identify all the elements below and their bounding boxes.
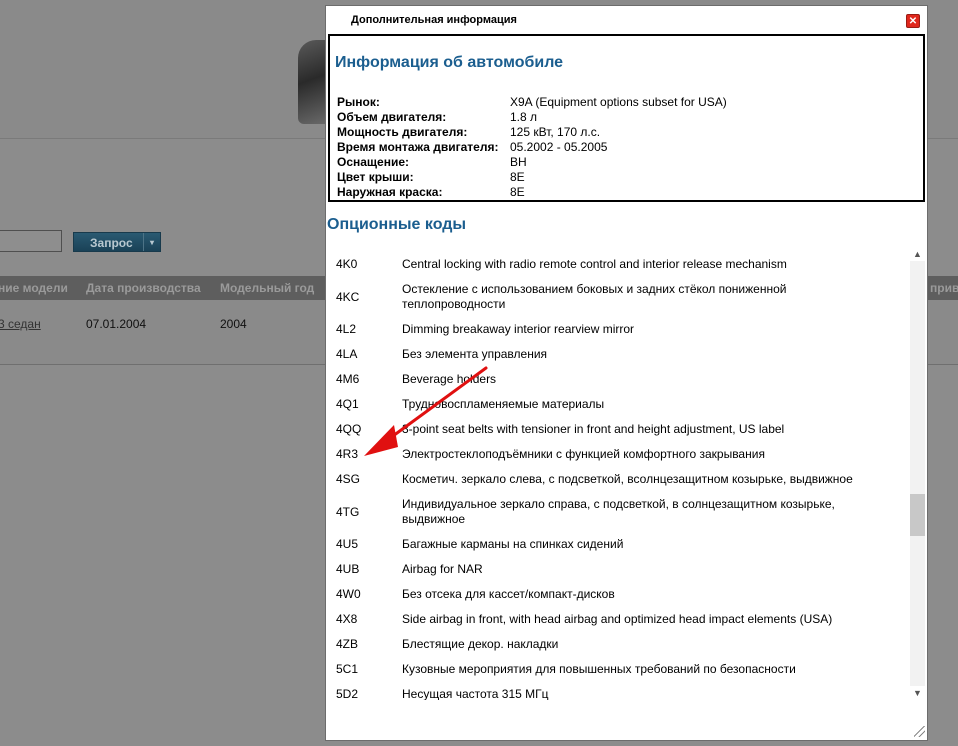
option-code: 4KC <box>336 290 360 304</box>
option-description: 3-point seat belts with tensioner in fro… <box>402 422 785 436</box>
info-value: 8E <box>510 185 525 199</box>
option-code: 4X8 <box>336 612 358 626</box>
list-scrollbar[interactable]: ▲ ▼ <box>909 247 926 700</box>
option-code: 4U5 <box>336 537 359 551</box>
scrollbar-thumb[interactable] <box>910 494 925 536</box>
model-year: 2004 <box>220 317 247 331</box>
close-icon[interactable]: ✕ <box>906 14 920 28</box>
additional-info-dialog: Дополнительная информация ✕ Информация о… <box>325 5 928 741</box>
request-button-label: Запрос <box>90 236 133 250</box>
list-item[interactable]: 4W0 Без отсека для кассет/компакт-дисков <box>327 582 909 607</box>
list-item[interactable]: 4Q1 Трудновоспламеняемые материалы <box>327 392 909 417</box>
option-code: 5D2 <box>336 687 359 700</box>
info-row: Наружная краска: 8E <box>337 185 897 200</box>
info-value: BH <box>510 155 527 169</box>
info-value: 125 кВт, 170 л.с. <box>510 125 601 139</box>
column-model-name: ние модели <box>0 281 68 295</box>
option-code: 4M6 <box>336 372 360 386</box>
column-model-year: Модельный год <box>220 281 315 295</box>
info-value: 8E <box>510 170 525 184</box>
option-code: 4Q1 <box>336 397 359 411</box>
list-item[interactable]: 4KC Остекление с использованием боковых и… <box>327 277 909 317</box>
info-label: Время монтажа двигателя: <box>337 140 499 154</box>
list-item[interactable]: 4X8 Side airbag in front, with head airba… <box>327 607 909 632</box>
car-info-table: Рынок: X9A (Equipment options subset for … <box>337 95 897 200</box>
resize-grip-icon[interactable] <box>914 726 925 737</box>
option-code: 4L2 <box>336 322 357 336</box>
option-description: Остекление с использованием боковых и за… <box>402 282 787 311</box>
list-item[interactable]: 4K0 Central locking with radio remote con… <box>327 252 909 277</box>
option-code: 4K0 <box>336 257 358 271</box>
info-row: Время монтажа двигателя: 05.2002 - 05.200… <box>337 140 897 155</box>
scroll-down-icon[interactable]: ▼ <box>909 686 926 700</box>
info-label: Объем двигателя: <box>337 110 447 124</box>
option-codes-heading: Опционные коды <box>327 216 467 233</box>
info-label: Оснащение: <box>337 155 410 169</box>
option-description: Side airbag in front, with head airbag a… <box>402 612 833 626</box>
option-description: Beverage holders <box>402 372 497 386</box>
model-link[interactable]: 3 седан <box>0 317 41 331</box>
option-code: 4UB <box>336 562 360 576</box>
info-label: Рынок: <box>337 95 380 109</box>
option-description: Багажные карманы на спинках сидений <box>402 537 624 551</box>
list-item[interactable]: 4M6 Beverage holders <box>327 367 909 392</box>
info-label: Мощность двигателя: <box>337 125 468 139</box>
list-item[interactable]: 4QQ 3-point seat belts with tensioner in … <box>327 417 909 442</box>
vin-input[interactable] <box>0 230 62 252</box>
list-item[interactable]: 4SG Косметич. зеркало слева, с подсветкой… <box>327 467 909 492</box>
option-description: Косметич. зеркало слева, с подсветкой, в… <box>402 472 853 486</box>
info-value: X9A (Equipment options subset for USA) <box>510 95 727 109</box>
info-value: 1.8 л <box>510 110 538 124</box>
option-description: Индивидуальное зеркало справа, с подсвет… <box>402 497 835 526</box>
option-description: Airbag for NAR <box>402 562 483 576</box>
car-info-heading: Информация об автомобиле <box>335 54 564 71</box>
list-item[interactable]: 4R3 Электростеклоподъёмники с функцией ко… <box>327 442 909 467</box>
info-row: Рынок: X9A (Equipment options subset for … <box>337 95 897 110</box>
list-item[interactable]: 5D2 Несущая частота 315 МГц <box>327 682 909 700</box>
option-description: Несущая частота 315 МГц <box>402 687 549 700</box>
list-item[interactable]: 4LA Без элемента управления <box>327 342 909 367</box>
scroll-up-icon[interactable]: ▲ <box>909 247 926 261</box>
list-item[interactable]: 4ZB Блестящие декор. накладки <box>327 632 909 657</box>
dialog-titlebar[interactable]: Дополнительная информация ✕ <box>326 6 927 33</box>
request-button[interactable]: Запрос ▾ <box>73 232 161 252</box>
list-item[interactable]: 4L2 Dimming breakaway interior rearview m… <box>327 317 909 342</box>
list-item[interactable]: 4UB Airbag for NAR <box>327 557 909 582</box>
request-dropdown-icon[interactable]: ▾ <box>143 233 160 251</box>
scrollbar-track[interactable] <box>910 261 925 686</box>
list-item[interactable]: 4U5 Багажные карманы на спинках сидений <box>327 532 909 557</box>
option-code: 4R3 <box>336 447 359 461</box>
info-row: Мощность двигателя: 125 кВт, 170 л.с. <box>337 125 897 140</box>
option-description: Dimming breakaway interior rearview mirr… <box>402 322 635 336</box>
option-description: Без элемента управления <box>402 347 548 361</box>
option-description: Без отсека для кассет/компакт-дисков <box>402 587 615 601</box>
option-description: Central locking with radio remote contro… <box>402 257 787 271</box>
option-code: 4QQ <box>336 422 362 436</box>
option-code: 4SG <box>336 472 361 486</box>
list-item[interactable]: 5C1 Кузовные мероприятия для повышенных т… <box>327 657 909 682</box>
option-code: 4LA <box>336 347 358 361</box>
car-info-panel: Информация об автомобиле Рынок: X9A (Equi… <box>328 34 925 202</box>
dialog-title: Дополнительная информация <box>351 14 517 26</box>
info-value: 05.2002 - 05.2005 <box>510 140 608 154</box>
info-row: Объем двигателя: 1.8 л <box>337 110 897 125</box>
column-production-date: Дата производства <box>86 281 201 295</box>
option-description: Электростеклоподъёмники с функцией комфо… <box>402 447 765 461</box>
list-item[interactable]: 4TG Индивидуальное зеркало справа, с подс… <box>327 492 909 532</box>
column-drive: приве <box>930 281 958 295</box>
option-codes-list[interactable]: 4K0 Central locking with radio remote con… <box>327 247 909 700</box>
option-code: 5C1 <box>336 662 359 676</box>
info-row: Оснащение: BH <box>337 155 897 170</box>
option-description: Трудновоспламеняемые материалы <box>402 397 605 411</box>
info-row: Цвет крыши: 8E <box>337 170 897 185</box>
option-code: 4TG <box>336 505 360 519</box>
option-code: 4ZB <box>336 637 359 651</box>
option-code: 4W0 <box>336 587 361 601</box>
info-label: Наружная краска: <box>337 185 443 199</box>
info-label: Цвет крыши: <box>337 170 414 184</box>
option-description: Кузовные мероприятия для повышенных треб… <box>402 662 796 676</box>
option-description: Блестящие декор. накладки <box>402 637 559 651</box>
production-date: 07.01.2004 <box>86 317 147 331</box>
